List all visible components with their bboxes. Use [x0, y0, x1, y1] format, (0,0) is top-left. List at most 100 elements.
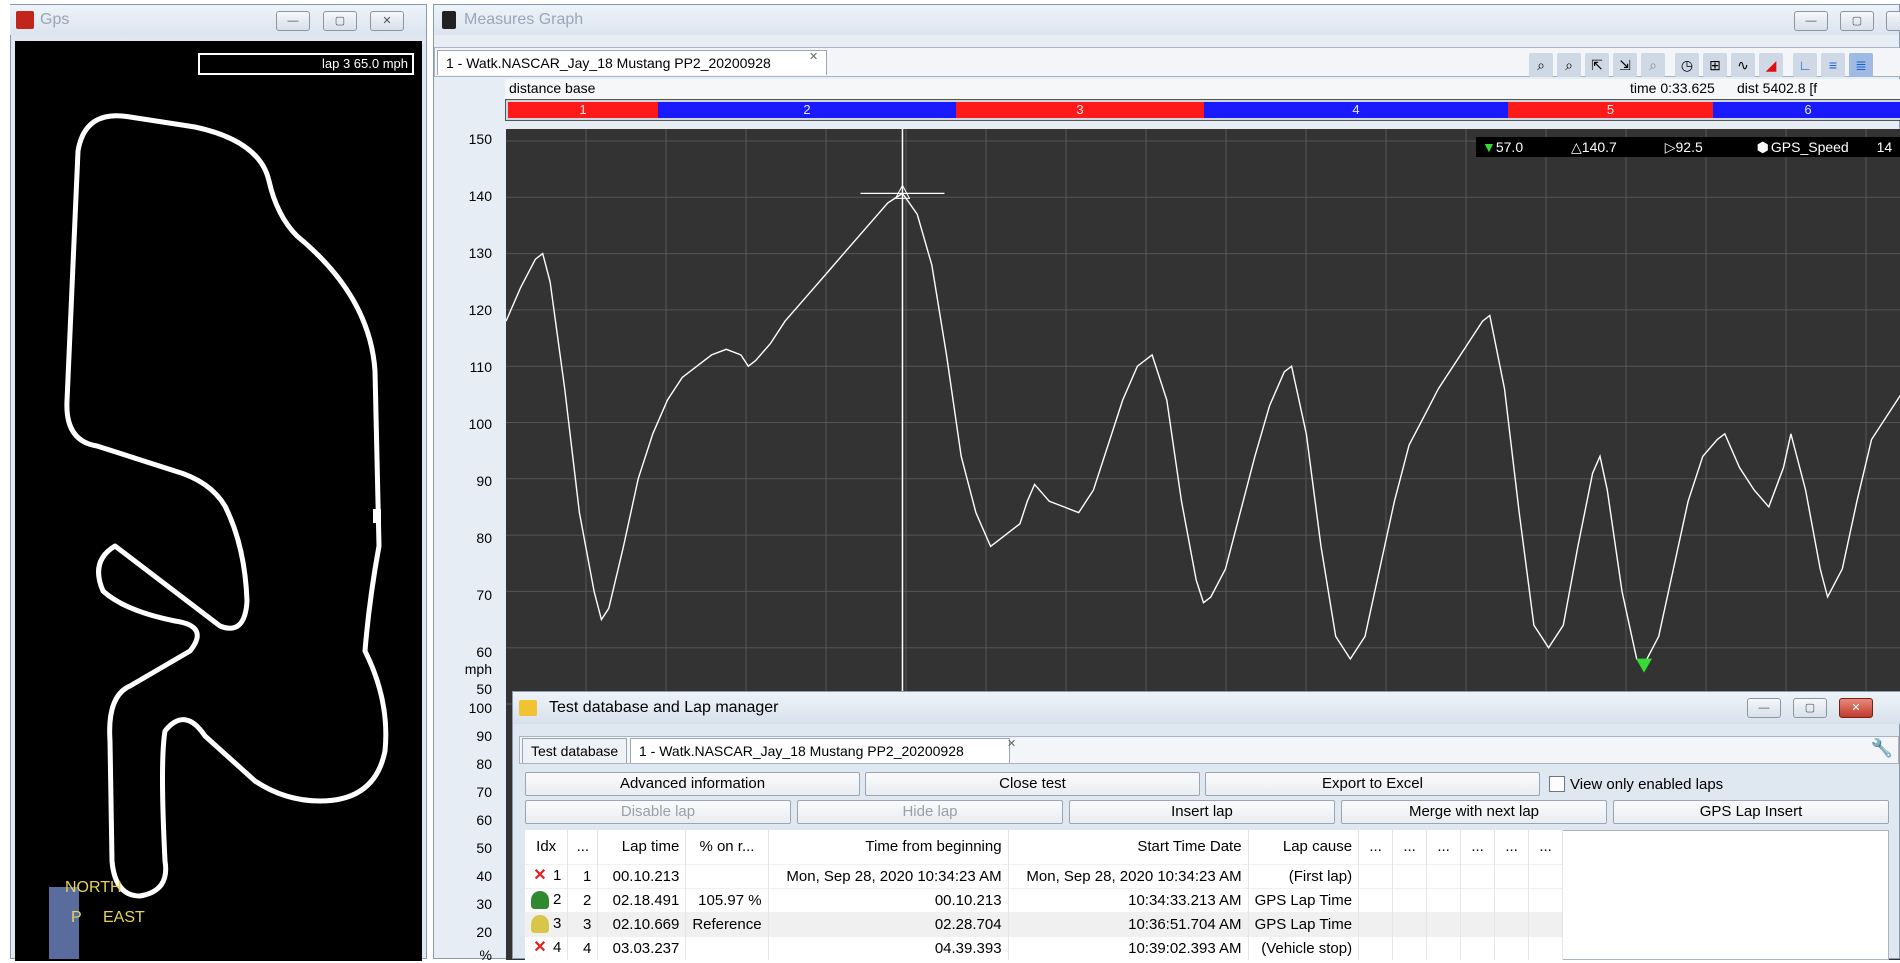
col-idx[interactable]: Idx	[525, 830, 569, 864]
lap-manager-window: Test database and Lap manager — ▢ ✕ Test…	[512, 691, 1900, 960]
reference-lap-icon[interactable]	[531, 915, 549, 934]
col-extra[interactable]: ...	[1392, 830, 1428, 864]
table-row[interactable]: ✕ 4 4 03.03.237 04.39.393 10:39:02.393 AM…	[525, 935, 1564, 960]
zoom-reset-icon[interactable]: ⌕	[1641, 53, 1665, 77]
col-pct[interactable]: % on r...	[685, 830, 769, 864]
col-n[interactable]: ...	[567, 830, 599, 864]
red-triangle-icon[interactable]: ◢	[1759, 53, 1783, 77]
cell-cause: GPS Lap Time	[1248, 887, 1360, 912]
table-header-row: Idx ... Lap time % on r... Time from beg…	[525, 830, 1564, 864]
cell-idx: 3	[553, 914, 562, 932]
measures-maximize-button[interactable]: ▢	[1840, 11, 1874, 31]
cell-pct	[685, 863, 769, 888]
axis-multi-icon[interactable]: ≡	[1821, 53, 1845, 77]
zoom-icon[interactable]: ⌕	[1557, 53, 1581, 77]
axis-l-icon[interactable]: ∟	[1793, 53, 1817, 77]
col-extra[interactable]: ...	[1426, 830, 1462, 864]
col-lap-cause[interactable]: Lap cause	[1248, 830, 1360, 864]
zoom-in-icon[interactable]: ⇱	[1585, 53, 1609, 77]
col-extra[interactable]: ...	[1528, 830, 1564, 864]
clock-icon[interactable]: ◷	[1675, 53, 1699, 77]
tab-lap-file-label: 1 - Watk.NASCAR_Jay_18 Mustang PP2_20200…	[639, 743, 964, 759]
gps-titlebar[interactable]: Gps — ▢ ✕	[10, 5, 426, 35]
zoom-2d-icon[interactable]: ⌕	[1529, 53, 1553, 77]
tab-close-icon[interactable]: ✕	[809, 50, 818, 63]
axis-stack-icon[interactable]: ≣	[1849, 53, 1873, 77]
sector-5[interactable]: 5	[1508, 102, 1713, 118]
col-extra[interactable]: ...	[1494, 830, 1530, 864]
table-row[interactable]: ✕ 1 1 00.10.213 Mon, Sep 28, 2020 10:34:2…	[525, 863, 1564, 888]
y-tick: 70	[476, 587, 492, 603]
cell-start: Mon, Sep 28, 2020 10:34:23 AM	[1008, 863, 1249, 888]
measures-title: Measures Graph	[464, 11, 584, 28]
gps-map[interactable]: lap 3 65.0 mph NORTH P EAST	[15, 41, 422, 961]
lm-minimize-button[interactable]: —	[1747, 698, 1781, 718]
disabled-lap-icon[interactable]: ✕	[531, 939, 549, 957]
wrench-icon[interactable]: 🔧	[1870, 738, 1894, 762]
insert-lap-button[interactable]: Insert lap	[1069, 800, 1335, 824]
cell-from-begin: 02.28.704	[768, 911, 1009, 936]
y-tick: 110	[469, 359, 492, 375]
y-unit-label: mph	[464, 661, 492, 677]
legend-min-icon: ▼	[1482, 139, 1496, 155]
lm-maximize-button[interactable]: ▢	[1793, 698, 1827, 718]
track-outline	[64, 113, 389, 899]
lm-close-button[interactable]: ✕	[1839, 698, 1873, 718]
sector-6[interactable]: 6	[1713, 102, 1900, 118]
fit-icon[interactable]: ⊞	[1703, 53, 1727, 77]
enabled-lap-icon[interactable]	[531, 891, 549, 910]
legend-avg: 92.5	[1675, 139, 1703, 155]
y2-tick: 100	[468, 700, 492, 716]
cell-cause: (Vehicle stop)	[1248, 935, 1360, 960]
cell-from-begin: Mon, Sep 28, 2020 10:34:23 AM	[768, 863, 1009, 888]
col-lap-time[interactable]: Lap time	[597, 830, 687, 864]
gps-lap-insert-button[interactable]: GPS Lap Insert	[1613, 800, 1889, 824]
zoom-out-icon[interactable]: ⇲	[1613, 53, 1637, 77]
col-extra[interactable]: ...	[1460, 830, 1496, 864]
export-excel-button[interactable]: Export to Excel	[1205, 772, 1540, 796]
curve-icon[interactable]: ∿	[1731, 53, 1755, 77]
cell-lap-time: 03.03.237	[597, 935, 687, 960]
measures-titlebar[interactable]: Measures Graph — ▢ ✕	[434, 5, 1900, 35]
tab-lap-file[interactable]: 1 - Watk.NASCAR_Jay_18 Mustang PP2_20200…	[630, 738, 1010, 763]
disable-lap-button[interactable]: Disable lap	[525, 800, 791, 824]
car-marker	[373, 509, 381, 523]
measures-close-button[interactable]: ✕	[1886, 11, 1900, 31]
view-enabled-checkbox[interactable]	[1549, 776, 1565, 792]
sector-2[interactable]: 2	[658, 102, 956, 118]
sector-4[interactable]: 4	[1204, 102, 1508, 118]
time-readout: time 0:33.625	[1630, 80, 1715, 96]
disabled-lap-icon[interactable]: ✕	[531, 867, 549, 885]
merge-next-lap-button[interactable]: Merge with next lap	[1341, 800, 1607, 824]
y-tick: 120	[468, 302, 492, 318]
tab-test-database[interactable]: Test database	[522, 738, 628, 763]
compass-p: P	[71, 909, 82, 926]
hide-lap-button[interactable]: Hide lap	[797, 800, 1063, 824]
measures-minimize-button[interactable]: —	[1794, 11, 1828, 31]
sector-3[interactable]: 3	[956, 102, 1204, 118]
advanced-information-button[interactable]: Advanced information	[525, 772, 860, 796]
table-row[interactable]: 2 2 02.18.491 105.97 % 00.10.213 10:34:3…	[525, 887, 1564, 912]
maximize-button[interactable]: ▢	[323, 11, 357, 31]
close-test-button[interactable]: Close test	[865, 772, 1200, 796]
gps-app-icon	[16, 11, 34, 29]
y2-tick: 80	[476, 756, 492, 772]
cell-pct: 105.97 %	[685, 887, 769, 912]
table-row[interactable]: 3 3 02.10.669 Reference 02.28.704 10:36:…	[525, 911, 1564, 936]
cell-start: 10:36:51.704 AM	[1008, 911, 1249, 936]
close-button[interactable]: ✕	[370, 11, 404, 31]
col-start-time[interactable]: Start Time Date	[1008, 830, 1249, 864]
minimize-button[interactable]: —	[276, 11, 310, 31]
sector-1[interactable]: 1	[508, 102, 658, 118]
col-extra[interactable]: ...	[1358, 830, 1394, 864]
lm-tab-close-icon[interactable]: ✕	[1007, 737, 1016, 750]
distance-base-label: distance base	[509, 80, 596, 96]
col-time-from-beginning[interactable]: Time from beginning	[768, 830, 1009, 864]
y2-tick: 70	[476, 784, 492, 800]
legend-max-icon: △	[1571, 139, 1582, 155]
tab-measures-file[interactable]: 1 - Watk.NASCAR_Jay_18 Mustang PP2_20200…	[437, 50, 827, 75]
lap-manager-titlebar[interactable]: Test database and Lap manager — ▢ ✕	[513, 692, 1900, 724]
y-tick: 140	[468, 188, 492, 204]
gps-window: Gps — ▢ ✕ lap 3 65.0 mph NORTH P EAST	[10, 4, 427, 961]
y2-tick: 90	[476, 728, 492, 744]
